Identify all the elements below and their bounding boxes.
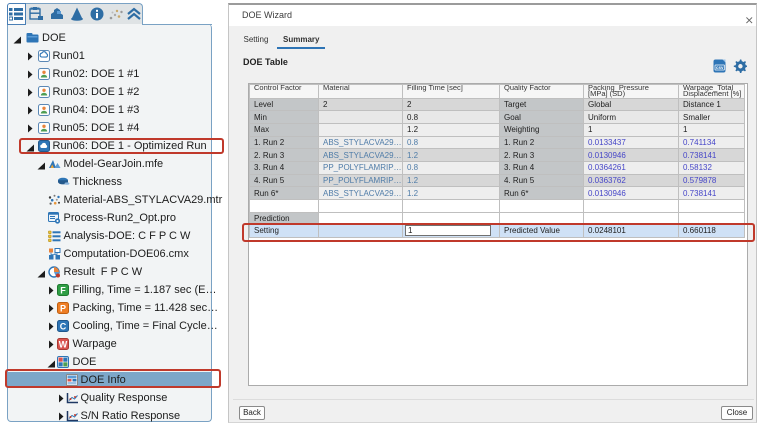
svg-text:C: C	[60, 321, 67, 331]
svg-text:csv: csv	[716, 65, 724, 70]
svg-text:F: F	[60, 285, 66, 295]
svg-text:P: P	[60, 303, 66, 313]
svg-text:W: W	[59, 339, 68, 349]
